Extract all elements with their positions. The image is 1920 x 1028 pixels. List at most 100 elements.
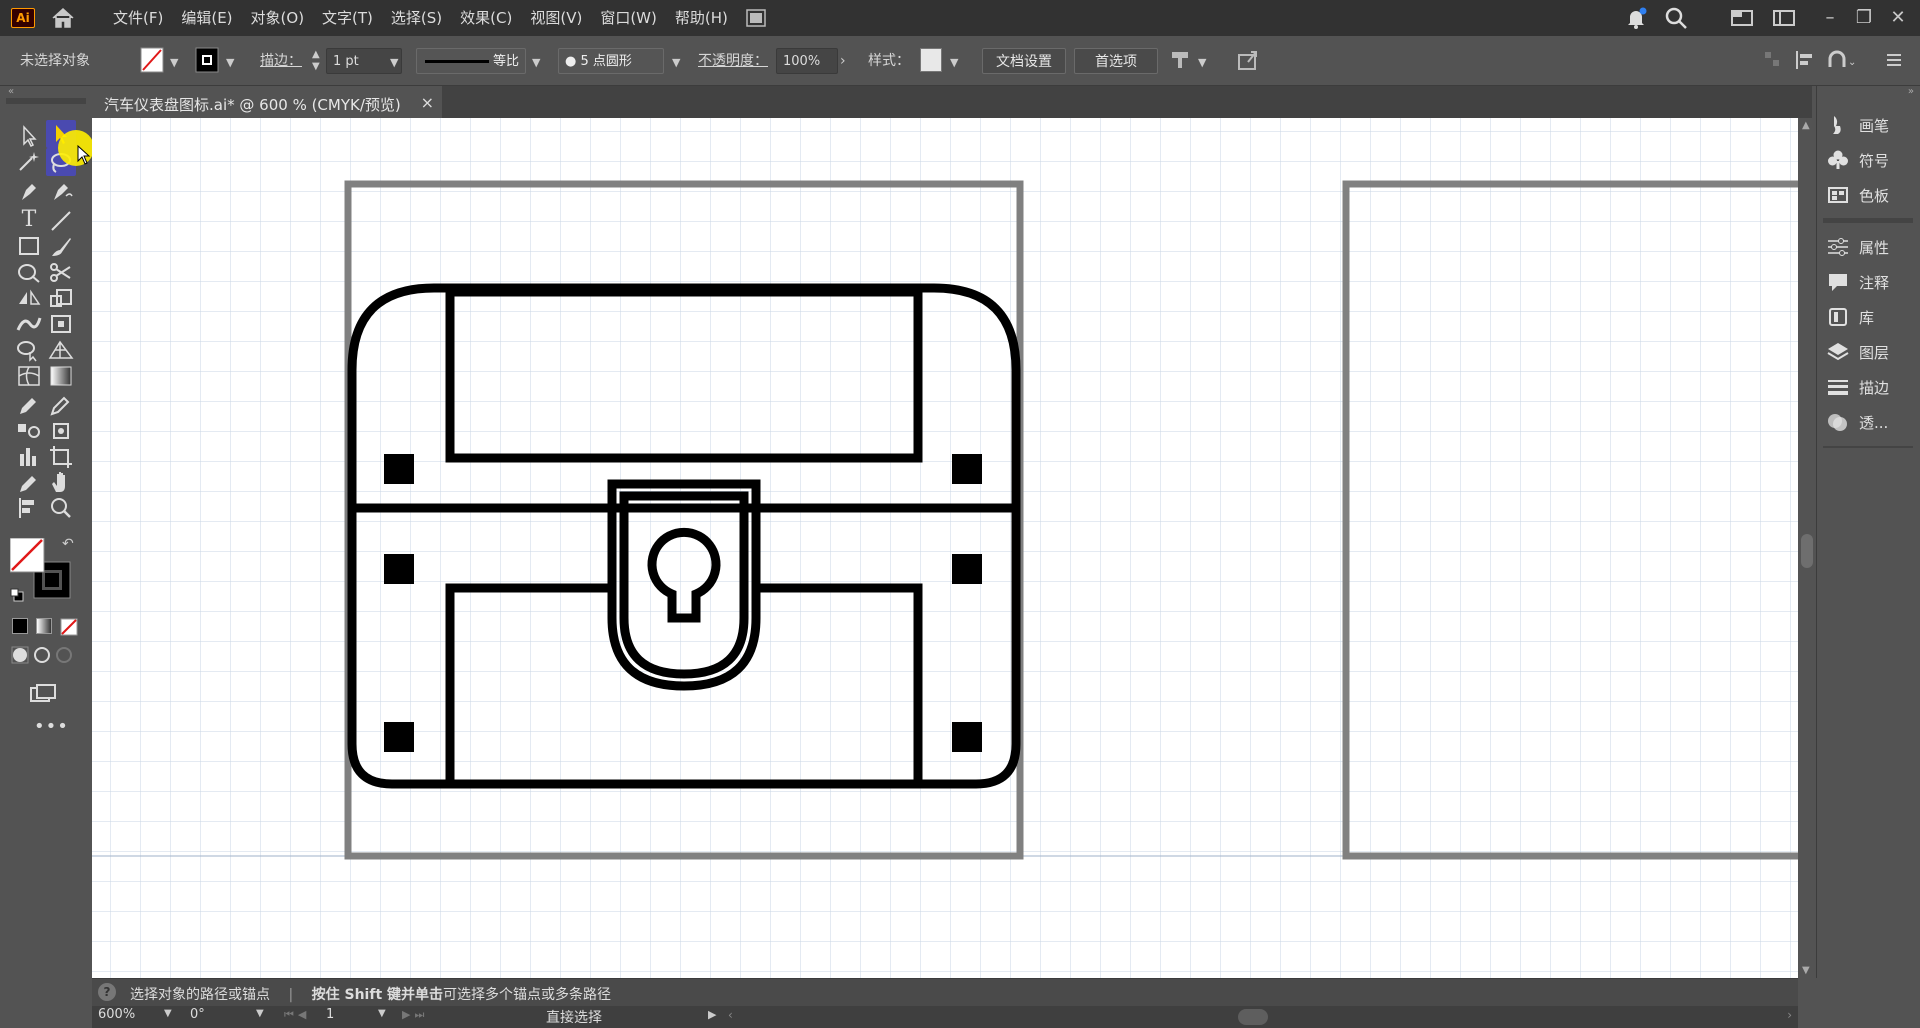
stroke-dropdown-chevron-icon[interactable]: ▼ <box>226 50 234 76</box>
perspective-grid-tool-icon[interactable] <box>46 336 76 364</box>
search-icon[interactable] <box>1664 6 1688 30</box>
panel-transparency[interactable]: 透... <box>1825 407 1917 437</box>
panel-libraries[interactable]: 库 <box>1825 302 1917 332</box>
artboard-tool-icon[interactable] <box>46 442 76 470</box>
reflect-tool-icon[interactable] <box>14 284 44 312</box>
slice-tool-icon[interactable] <box>14 468 44 496</box>
status-menu-arrow-icon[interactable]: ▶ <box>708 1008 716 1021</box>
brush-chevron-icon[interactable]: ▼ <box>672 50 680 76</box>
opacity-label[interactable]: 不透明度： <box>698 48 768 74</box>
hscroll-right-icon[interactable]: › <box>1787 1008 1792 1022</box>
zoom-tool-icon[interactable] <box>46 494 76 522</box>
arrange-documents-icon[interactable] <box>740 7 772 29</box>
notification-bell-icon[interactable] <box>1624 6 1648 30</box>
collapse-panel-icon[interactable]: « <box>8 86 14 97</box>
free-transform-tool-icon[interactable] <box>46 310 76 338</box>
menu-file[interactable]: 文件(F) <box>104 0 172 36</box>
stroke-profile-chevron-icon[interactable]: ▼ <box>532 50 540 76</box>
default-fill-stroke-icon[interactable] <box>10 588 24 602</box>
panel-brushes[interactable]: 画笔 <box>1825 110 1917 140</box>
scissors-tool-icon[interactable] <box>46 258 76 286</box>
opacity-expand-icon[interactable]: › <box>840 48 846 74</box>
rotation-input[interactable]: 0° <box>190 1007 250 1022</box>
menu-effect[interactable]: 效果(C) <box>451 0 521 36</box>
align-chevron-icon[interactable]: ▼ <box>1198 50 1206 76</box>
next-last-artboard-icons[interactable]: ▶⏭ <box>402 1008 428 1022</box>
shaper-tool-icon[interactable] <box>14 258 44 286</box>
type-tool-icon[interactable]: T <box>14 206 44 234</box>
align-options-icon[interactable] <box>1168 48 1194 72</box>
graphic-style-swatch[interactable] <box>920 48 942 72</box>
selection-tool-icon[interactable] <box>14 122 44 150</box>
width-tool-icon[interactable] <box>14 310 44 338</box>
panel-swatches[interactable]: 色板 <box>1825 180 1917 210</box>
swap-fill-stroke-icon[interactable]: ↶ <box>62 536 74 552</box>
stroke-weight-chevron-icon[interactable]: ▼ <box>390 50 398 76</box>
panel-layers[interactable]: 图层 <box>1825 337 1917 367</box>
hscroll-left-icon[interactable]: ‹ <box>728 1008 733 1022</box>
menu-help[interactable]: 帮助(H) <box>666 0 737 36</box>
stroke-label[interactable]: 描边： <box>260 48 302 74</box>
preferences-button[interactable]: 首选项 <box>1074 48 1158 74</box>
none-mode-button[interactable] <box>60 618 78 636</box>
edit-toolbar-more-icon[interactable]: ••• <box>34 716 69 737</box>
magic-wand-tool-icon[interactable] <box>14 148 44 176</box>
measure-tool-icon[interactable] <box>46 390 76 418</box>
stroke-weight-stepper[interactable]: ▲ ▼ <box>312 49 320 75</box>
fill-dropdown-chevron-icon[interactable]: ▼ <box>170 50 178 76</box>
style-chevron-icon[interactable]: ▼ <box>950 50 958 76</box>
rotation-chevron-icon[interactable]: ▼ <box>256 1008 264 1019</box>
pen-tool-icon[interactable] <box>14 176 44 204</box>
zoom-chevron-icon[interactable]: ▼ <box>164 1008 172 1019</box>
snap-magnet-icon[interactable]: ⌄ <box>1826 49 1856 71</box>
workspace-switcher-icon[interactable] <box>1730 8 1754 28</box>
blend-tool-icon[interactable] <box>14 416 44 444</box>
mesh-tool-icon[interactable] <box>14 362 44 390</box>
close-window-icon[interactable]: ✕ <box>1886 6 1910 30</box>
gradient-mode-button[interactable] <box>36 618 52 634</box>
artboard-chevron-icon[interactable]: ▼ <box>378 1008 386 1019</box>
panel-stroke[interactable]: 描边 <box>1825 372 1917 402</box>
drawing-modes[interactable] <box>10 644 80 666</box>
stroke-swatch[interactable] <box>195 47 219 73</box>
stroke-profile-select[interactable]: 等比 <box>416 48 526 74</box>
panel-grip[interactable] <box>6 98 86 104</box>
hscroll-thumb[interactable] <box>1238 1009 1268 1025</box>
paintbrush-tool-icon[interactable] <box>46 232 76 260</box>
line-segment-tool-icon[interactable] <box>46 206 76 234</box>
curvature-tool-icon[interactable] <box>46 176 76 204</box>
color-mode-button[interactable] <box>12 618 28 634</box>
opacity-input[interactable]: 100% <box>776 48 838 74</box>
zoom-level-input[interactable]: 600% <box>98 1007 158 1026</box>
menu-select[interactable]: 选择(S) <box>382 0 451 36</box>
expand-panels-icon[interactable]: » <box>1908 86 1914 97</box>
document-tab[interactable]: 汽车仪表盘图标.ai* @ 600 % (CMYK/预览) × <box>92 86 442 118</box>
panel-comments[interactable]: 注释 <box>1825 267 1917 297</box>
symbol-sprayer-tool-icon[interactable] <box>46 416 76 444</box>
gradient-tool-icon[interactable] <box>46 362 76 390</box>
menu-object[interactable]: 对象(O) <box>242 0 314 36</box>
home-icon[interactable] <box>50 7 76 29</box>
panel-menu-icon[interactable] <box>1884 50 1904 70</box>
panel-symbols[interactable]: 符号 <box>1825 145 1917 175</box>
rectangle-tool-icon[interactable] <box>14 232 44 260</box>
panel-properties[interactable]: 属性 <box>1825 232 1917 262</box>
menu-edit[interactable]: 编辑(E) <box>172 0 241 36</box>
menu-window[interactable]: 窗口(W) <box>591 0 666 36</box>
fill-swatch-none[interactable] <box>140 47 164 73</box>
scroll-down-icon[interactable]: ▼ <box>1802 965 1810 976</box>
screen-mode-icon[interactable] <box>28 682 58 706</box>
column-graph-tool-icon[interactable] <box>14 442 44 470</box>
help-icon[interactable]: ? <box>98 983 116 1001</box>
share-export-icon[interactable] <box>1236 48 1260 72</box>
restore-icon[interactable]: ❐ <box>1852 6 1876 30</box>
align-to-artboard-icon[interactable] <box>14 494 44 522</box>
first-prev-artboard-icons[interactable]: ⏮◀ <box>284 1008 310 1022</box>
document-setup-button[interactable]: 文档设置 <box>982 48 1066 74</box>
scale-tool-icon[interactable] <box>46 284 76 312</box>
minimize-icon[interactable]: – <box>1818 6 1842 30</box>
transform-icon[interactable] <box>1762 49 1782 69</box>
brush-definition-select[interactable]: ● 5 点圆形 <box>558 48 664 74</box>
eyedropper-tool-icon[interactable] <box>14 390 44 418</box>
shape-builder-tool-icon[interactable] <box>14 336 44 364</box>
